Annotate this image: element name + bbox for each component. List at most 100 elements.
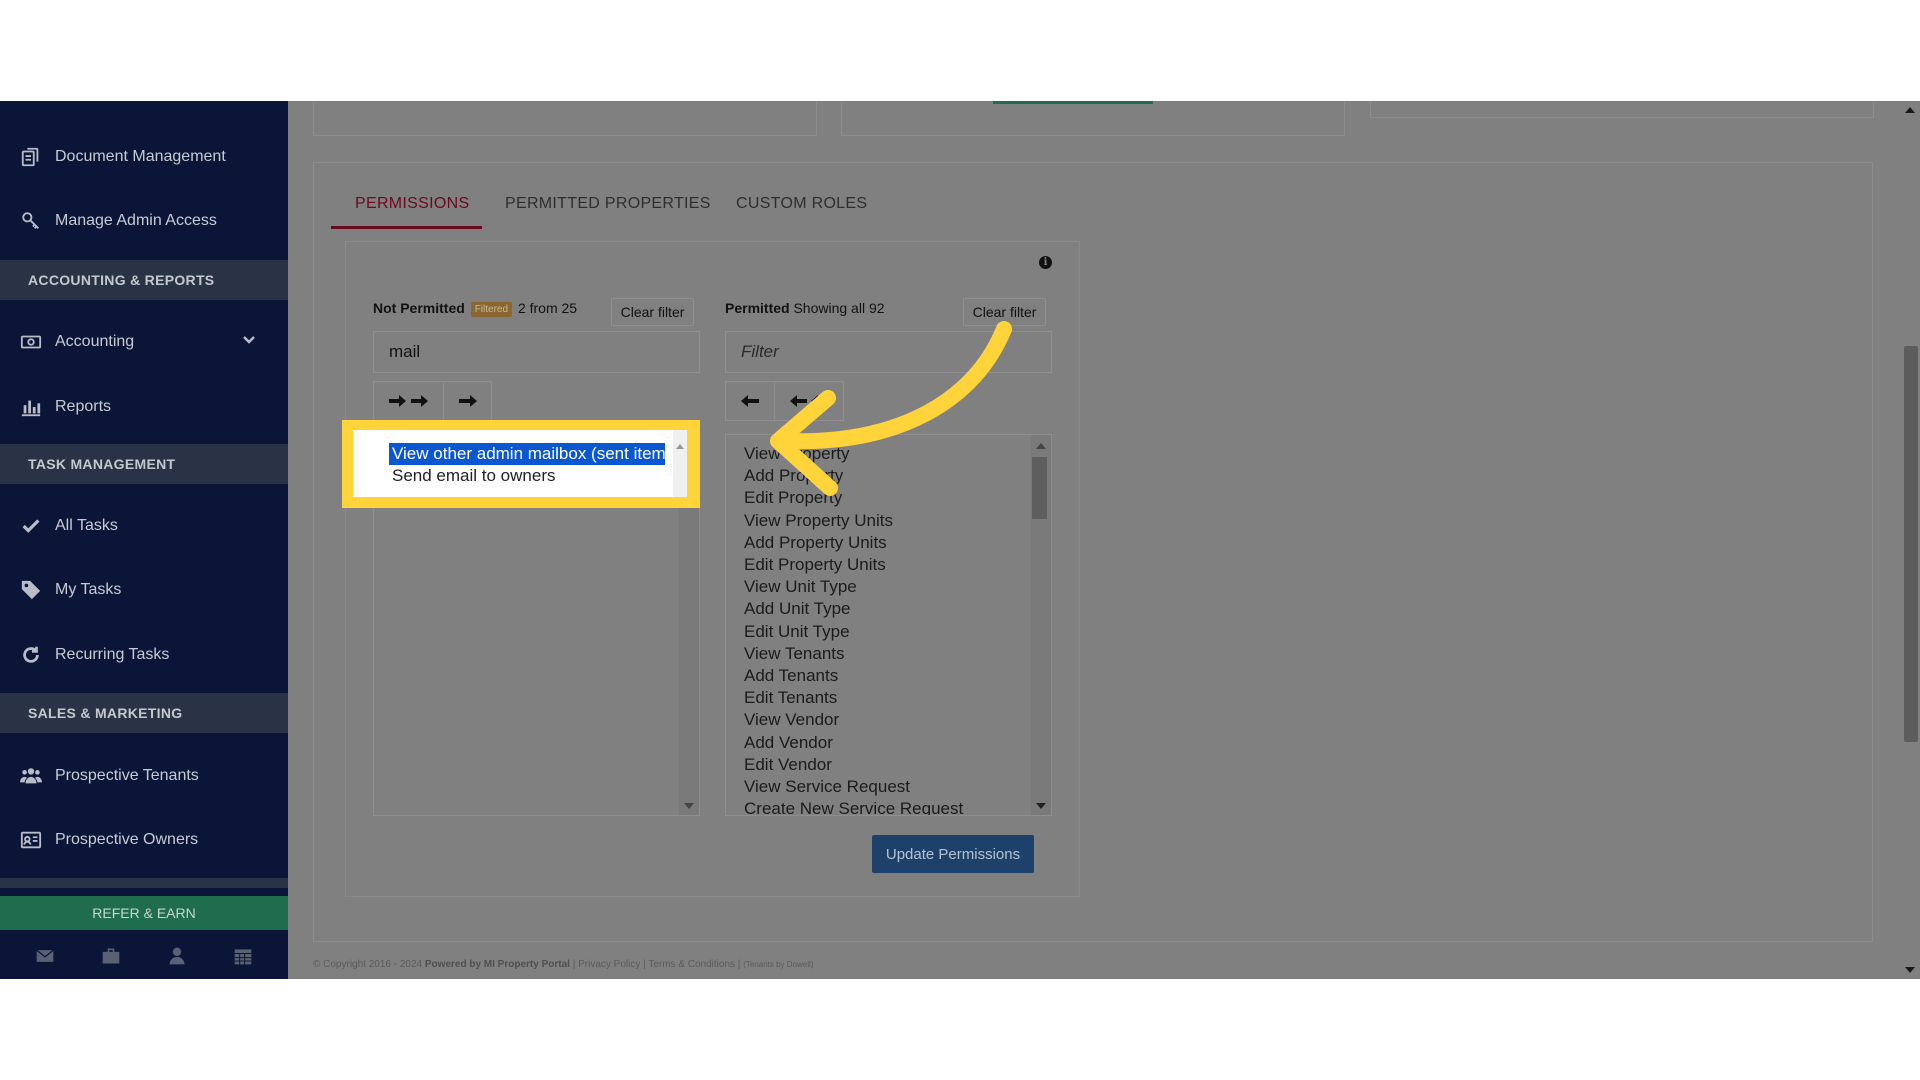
- section-accounting-reports: ACCOUNTING & REPORTS: [0, 260, 288, 300]
- page-scroll-down-arrow[interactable]: [1905, 967, 1915, 973]
- sidebar-item-label: Document Management: [55, 148, 226, 165]
- sidebar-item-manage-admin-access[interactable]: Manage Admin Access: [0, 196, 288, 246]
- list-item[interactable]: View Property Units: [726, 510, 1051, 532]
- list-item[interactable]: Add Unit Type: [726, 598, 1051, 620]
- footer-tenants: (Tenants by Dowell): [743, 960, 814, 969]
- not-permitted-header: Not Permitted Filtered 2 from 25: [373, 300, 577, 317]
- sidebar-item-all-tasks[interactable]: All Tasks: [0, 501, 288, 551]
- list-item[interactable]: View Vendor: [726, 709, 1051, 731]
- sidebar-item-prospective-tenants[interactable]: Prospective Tenants: [0, 751, 288, 801]
- refer-earn-button[interactable]: REFER & EARN: [0, 896, 288, 930]
- not-permitted-filter-input[interactable]: mail: [373, 331, 700, 373]
- move-all-right-button[interactable]: [373, 381, 444, 421]
- move-all-left-button[interactable]: [774, 381, 844, 421]
- info-icon[interactable]: i: [1039, 256, 1052, 269]
- permitted-filter-input[interactable]: Filter: [725, 331, 1052, 373]
- footer-copyright: © Copyright 2016 - 2024: [313, 959, 423, 970]
- refresh-icon: [18, 642, 44, 668]
- sidebar-item-reports[interactable]: Reports: [0, 382, 288, 432]
- permitted-title: Permitted: [725, 300, 790, 316]
- sidebar-item-accounting[interactable]: Accounting: [0, 317, 288, 367]
- list-item[interactable]: Create New Service Request: [726, 798, 1051, 815]
- list-item[interactable]: Add Property Units: [726, 532, 1051, 554]
- sidebar-item-label: Prospective Owners: [55, 831, 199, 848]
- sidebar-item-prospective-owners[interactable]: Prospective Owners: [0, 815, 288, 865]
- permitted-items: View Property Add Property Edit Property…: [726, 435, 1051, 815]
- sidebar-item-recurring-tasks[interactable]: Recurring Tasks: [0, 630, 288, 680]
- list-item[interactable]: View Unit Type: [726, 576, 1051, 598]
- top-card-accent: [993, 101, 1153, 104]
- arrow-left-icon: [741, 395, 759, 407]
- list-item[interactable]: View Property: [726, 443, 1051, 465]
- sidebar-item-label: My Tasks: [55, 581, 122, 598]
- check-icon: [18, 513, 44, 539]
- permitted-list[interactable]: View Property Add Property Edit Property…: [725, 434, 1052, 816]
- permitted-count: Showing all 92: [793, 300, 885, 316]
- page-scroll-thumb[interactable]: [1904, 346, 1918, 742]
- list-item[interactable]: View Tenants: [726, 643, 1051, 665]
- chevron-down-icon[interactable]: [242, 333, 260, 351]
- scroll-down-arrow[interactable]: [1036, 803, 1046, 809]
- not-permitted-title: Not Permitted: [373, 300, 465, 316]
- sidebar-bottom-toolbar: [0, 937, 288, 979]
- tag-icon: [18, 577, 44, 603]
- permitted-clear-filter-button[interactable]: Clear filter: [963, 298, 1046, 326]
- scroll-down-arrow[interactable]: [684, 803, 694, 809]
- list-item[interactable]: Edit Property: [726, 487, 1051, 509]
- double-arrow-right-icon: [388, 395, 428, 407]
- mail-icon[interactable]: [35, 946, 55, 971]
- tab-permissions[interactable]: PERMISSIONS: [355, 195, 469, 213]
- list-item[interactable]: Add Property: [726, 465, 1051, 487]
- page-scrollbar[interactable]: [1900, 101, 1920, 979]
- not-permitted-count: 2 from 25: [517, 300, 578, 316]
- calendar-icon[interactable]: [233, 946, 253, 971]
- list-item[interactable]: Edit Unit Type: [726, 621, 1051, 643]
- move-selected-left-button[interactable]: [725, 381, 775, 421]
- money-icon: [18, 329, 44, 355]
- sidebar-item-label: Manage Admin Access: [55, 212, 217, 229]
- tab-permitted-properties[interactable]: PERMITTED PROPERTIES: [505, 195, 711, 213]
- sidebar-item-label: All Tasks: [55, 517, 118, 534]
- list-item[interactable]: Add Vendor: [726, 732, 1051, 754]
- footer-powered[interactable]: Powered by MI Property Portal: [425, 959, 570, 970]
- scroll-thumb[interactable]: [1032, 457, 1047, 519]
- page-scroll-up-arrow[interactable]: [1905, 107, 1915, 113]
- highlighted-not-permitted-list[interactable]: View other admin mailbox (sent items) Se…: [353, 430, 687, 497]
- document-management-icon: [18, 144, 44, 170]
- highlight-scrollbar[interactable]: [673, 430, 687, 497]
- users-icon: [18, 763, 44, 789]
- footer-terms-link[interactable]: Terms & Conditions: [648, 959, 735, 970]
- list-item[interactable]: Add Tenants: [726, 665, 1051, 687]
- top-card-1: [313, 101, 817, 136]
- scroll-up-arrow[interactable]: [1036, 443, 1046, 449]
- update-permissions-button[interactable]: Update Permissions: [872, 835, 1034, 873]
- footer-privacy-link[interactable]: Privacy Policy: [578, 959, 640, 970]
- tab-custom-roles[interactable]: CUSTOM ROLES: [736, 195, 867, 213]
- move-selected-right-button[interactable]: [443, 381, 492, 421]
- briefcase-icon[interactable]: [101, 946, 121, 971]
- key-icon: [18, 208, 44, 234]
- list-item[interactable]: Edit Tenants: [726, 687, 1051, 709]
- top-card-2: [841, 101, 1345, 136]
- app-screen: Document Management Manage Admin Access …: [0, 101, 1920, 979]
- user-icon[interactable]: [167, 946, 187, 971]
- sidebar-item-label: Recurring Tasks: [55, 646, 170, 663]
- sidebar-divider: [0, 878, 288, 888]
- list-item[interactable]: Edit Vendor: [726, 754, 1051, 776]
- sidebar-item-label: Reports: [55, 398, 112, 415]
- list-item-selected[interactable]: View other admin mailbox (sent items): [389, 443, 665, 465]
- permitted-list-scrollbar[interactable]: [1031, 435, 1051, 815]
- id-card-icon: [18, 827, 44, 853]
- active-tab-indicator: [331, 226, 482, 229]
- sidebar-item-my-tasks[interactable]: My Tasks: [0, 565, 288, 615]
- list-item[interactable]: Send email to owners: [392, 465, 555, 487]
- permitted-header: Permitted Showing all 92: [725, 300, 885, 316]
- not-permitted-clear-filter-button[interactable]: Clear filter: [611, 298, 694, 326]
- list-item[interactable]: Edit Property Units: [726, 554, 1051, 576]
- arrow-right-icon: [458, 395, 477, 407]
- scroll-up-arrow[interactable]: [676, 444, 684, 449]
- sidebar-item-label: Accounting: [55, 333, 135, 350]
- list-item[interactable]: View Service Request: [726, 776, 1051, 798]
- sidebar-item-document-management[interactable]: Document Management: [0, 132, 288, 182]
- section-task-management: TASK MANAGEMENT: [0, 444, 288, 484]
